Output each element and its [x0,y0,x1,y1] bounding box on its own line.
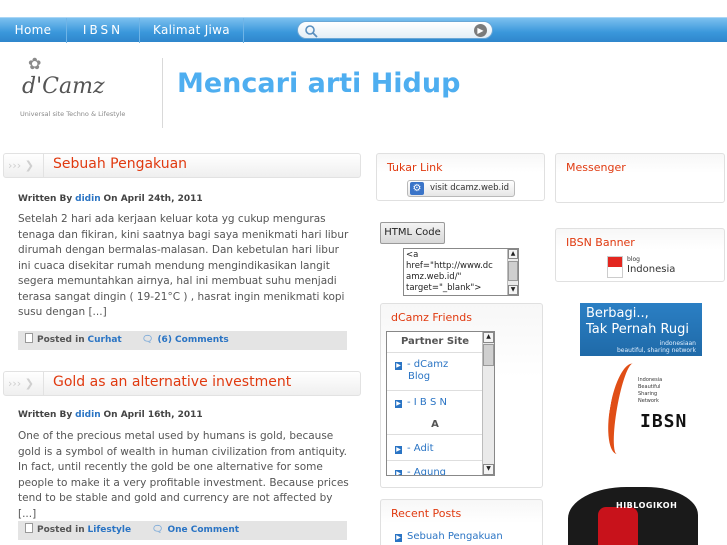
nav-ibsn[interactable]: IBSN [67,18,140,43]
flag-icon [607,256,623,278]
divider [387,434,483,435]
visit-label: visit dcamz.web.id [430,183,509,193]
scroll-down-icon[interactable]: ▼ [508,285,518,295]
logo-text: d'Camz [22,74,105,99]
site-title[interactable]: Mencari arti Hidup [177,68,460,99]
visit-dcamz-button[interactable]: ⚙ visit dcamz.web.id [407,180,515,197]
friend-link-adit[interactable]: ▶ - Adit [395,443,434,454]
post-category[interactable]: Curhat [88,335,122,345]
post-excerpt: One of the precious metal used by humans… [18,430,349,520]
search-go-button[interactable]: ▶ [474,24,487,37]
divider [387,460,483,461]
comment-icon: 🗨 [142,335,154,345]
friend-link-agung[interactable]: ▶ - Agung [395,467,446,476]
friend-link-dcamz[interactable]: ▶ - dCamz Blog [395,359,448,382]
banner-red-shape [598,507,638,545]
bullet-icon: ▶ [395,534,402,542]
divider [387,352,483,353]
berbagi-banner[interactable]: Berbagi.., Tak Pernah Rugi indonesiaan b… [580,303,702,356]
chevron-icon: ››› ❯ [4,372,44,395]
document-icon [25,333,33,343]
widget-title: Messenger [566,161,626,174]
posted-in-label: Posted in [37,335,85,345]
post-footer: Posted in Curhat 🗨 (6) Comments [18,331,347,350]
gear-icon: ⚙ [410,182,424,195]
arc-graphic [602,361,648,457]
alpha-letter: A [431,419,439,430]
html-code-textarea[interactable]: <a href="http://www.dc amz.web.id/" targ… [403,248,519,296]
scroll-thumb[interactable] [508,261,518,281]
partner-site-frame: Partner Site ▶ - dCamz Blog ▶ - I B S N A … [386,331,495,476]
friends-scrollbar[interactable]: ▲ ▼ [482,332,494,475]
tukar-link-widget: Tukar Link ⚙ visit dcamz.web.id [376,153,545,201]
post-meta: Written By didin On April 16th, 2011 [18,410,203,420]
bullet-icon: ▶ [395,400,402,408]
post-meta: Written By didin On April 24th, 2011 [18,194,203,204]
partner-site-heading: Partner Site [400,336,470,347]
post-footer: Posted in Lifestyle 🗨 One Comment [18,521,347,540]
posted-in-label: Posted in [37,525,85,535]
post-title[interactable]: Sebuah Pengakuan [53,156,187,172]
divider [387,390,483,391]
post-title[interactable]: Gold as an alternative investment [53,374,291,390]
recent-post-link[interactable]: ▶ Sebuah Pengakuan [395,531,503,542]
widget-title: IBSN Banner [566,236,635,249]
scroll-up-icon[interactable]: ▲ [508,249,518,259]
logo-tagline: Universal site Techno & Lifestyle [20,110,126,118]
feather-icon: ✿ [28,54,42,73]
post-comments-link[interactable]: One Comment [167,525,239,535]
post-date: On April 24th, 2011 [103,194,203,204]
nav-home[interactable]: Home [0,18,67,43]
bullet-icon: ▶ [395,470,402,476]
post-author[interactable]: didin [75,194,100,204]
top-nav-bar: Home IBSN Kalimat Jiwa ▶ [0,17,727,43]
html-code-button[interactable]: HTML Code [380,222,445,244]
post-header: ››› ❯ Gold as an alternative investment [3,371,361,396]
scroll-down-icon[interactable]: ▼ [483,464,494,475]
bullet-icon: ▶ [395,362,402,370]
widget-title: Tukar Link [387,161,443,174]
post-category[interactable]: Lifestyle [88,525,132,535]
written-by-label: Written By [18,410,73,420]
header-divider [162,58,163,128]
recent-posts-widget: Recent Posts ▶ Sebuah Pengakuan [380,499,543,545]
html-code-text: <a href="http://www.dc amz.web.id/" targ… [406,250,493,293]
written-by-label: Written By [18,194,73,204]
chevron-icon: ››› ❯ [4,154,44,177]
hiblogikoh-banner[interactable]: HIBLOGIKOH [568,487,698,545]
post-author[interactable]: didin [75,410,100,420]
search-input[interactable]: ▶ [297,21,493,39]
search-icon [305,25,318,38]
scroll-up-icon[interactable]: ▲ [483,332,494,343]
friend-link-ibsn[interactable]: ▶ - I B S N [395,397,447,408]
nav-kalimat-jiwa[interactable]: Kalimat Jiwa [140,18,244,43]
post-date: On April 16th, 2011 [103,410,203,420]
comment-icon: 🗨 [152,525,164,535]
site-logo[interactable]: ✿ d'Camz Universal site Techno & Lifesty… [14,52,154,124]
document-icon [25,523,33,533]
post-excerpt: Setelah 2 hari ada kerjaan keluar kota y… [18,213,349,318]
bullet-icon: ▶ [395,446,402,454]
post-header: ››› ❯ Sebuah Pengakuan [3,153,361,178]
post-comments-link[interactable]: (6) Comments [157,335,228,345]
ibsn-logo-banner[interactable]: Indonesia Beautiful Sharing Network IBSN [602,361,688,458]
page: Home IBSN Kalimat Jiwa ▶ ✿ d'Camz Univer… [0,0,727,545]
code-scrollbar[interactable]: ▲ ▼ [507,249,518,295]
widget-title: dCamz Friends [391,311,472,324]
widget-title: Recent Posts [391,507,462,520]
scroll-thumb[interactable] [483,344,494,366]
messenger-widget: Messenger [555,153,725,203]
blog-indonesia-badge[interactable]: blog Indonesia [607,256,675,279]
